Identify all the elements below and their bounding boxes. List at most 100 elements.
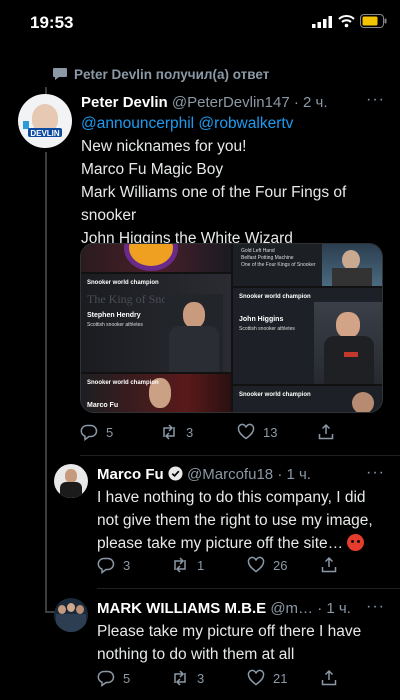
status-time: 19:53	[30, 13, 74, 32]
card-title: Snooker world champion	[87, 280, 159, 286]
share-icon	[318, 423, 334, 440]
like-button[interactable]: 13	[237, 422, 277, 442]
author-handle[interactable]: @m…	[270, 600, 313, 617]
avatar-marco-fu[interactable]	[54, 464, 88, 498]
wifi-icon	[338, 15, 355, 28]
tweet-text: I have nothing to do this company, I did…	[97, 486, 389, 555]
reply-icon	[97, 557, 115, 574]
tweet-time[interactable]: · 2 ч.	[294, 94, 328, 111]
media-card-hendry: The King of Snooker Snooker world champi…	[81, 274, 231, 372]
more-icon[interactable]: ···	[366, 464, 385, 482]
reply-icon	[97, 670, 115, 687]
tweet-header: Peter Devlin @PeterDevlin147 · 2 ч.	[81, 94, 328, 111]
battery-icon	[360, 14, 387, 28]
card-title: Snooker world champion	[239, 392, 311, 398]
more-icon[interactable]: ···	[366, 598, 385, 616]
hendry-photo	[165, 294, 223, 372]
reply-count: 5	[106, 424, 114, 440]
higgins-photo	[314, 302, 382, 384]
reply-context-text: Peter Devlin получил(а) ответ	[74, 67, 270, 82]
angry-emoji-icon	[347, 534, 365, 551]
reply-count: 5	[123, 670, 131, 686]
media-top-left	[81, 244, 231, 272]
share-button[interactable]	[317, 422, 335, 442]
like-count: 13	[263, 424, 278, 440]
card-name: John Higgins	[239, 316, 284, 323]
reply-button[interactable]: 3	[97, 555, 130, 575]
card-sub: Scottish snooker athletes	[87, 322, 143, 328]
share-button[interactable]	[320, 668, 338, 688]
media-deco	[129, 244, 173, 266]
avatar-peter-devlin[interactable]: DEVLIN	[18, 94, 72, 148]
card-title: Snooker world champion	[87, 380, 159, 386]
more-icon[interactable]: ···	[366, 91, 385, 109]
like-icon	[247, 556, 265, 573]
reply-count: 3	[123, 557, 131, 573]
thread-line	[45, 152, 47, 612]
retweet-button[interactable]: 3	[160, 422, 193, 442]
author-name[interactable]: Marco Fu	[97, 466, 164, 483]
media-card-higgins: Snooker world champion John Higgins Scot…	[233, 288, 382, 384]
retweet-count: 1	[197, 557, 205, 573]
like-button[interactable]: 26	[247, 555, 287, 575]
author-name[interactable]: MARK WILLIAMS M.B.E	[97, 600, 266, 617]
reply-context-icon	[53, 68, 67, 80]
retweet-button[interactable]: 1	[171, 555, 204, 575]
like-icon	[247, 669, 265, 686]
tweet-text: Please take my picture off there I have …	[97, 620, 389, 666]
retweet-icon	[163, 424, 175, 440]
tweet-text: @announcerphil @robwalkertv New nickname…	[81, 112, 381, 250]
tweet-actions: 5 3 13	[80, 422, 340, 442]
reply-button[interactable]: 5	[80, 422, 113, 442]
tweet-media[interactable]: Gold Left Hand Belfast Potting Machine O…	[80, 243, 383, 413]
reply-button[interactable]: 5	[97, 668, 130, 688]
retweet-icon	[174, 670, 186, 686]
retweet-button[interactable]: 3	[171, 668, 204, 688]
card-name: Marco Fu	[87, 402, 119, 409]
media-top-right-line: Gold Left Hand	[241, 248, 275, 254]
tweet-body: I have nothing to do this company, I did…	[97, 489, 373, 552]
tweet-line: New nicknames for you!	[81, 138, 247, 155]
media-card-williams: Snooker world champion	[233, 386, 382, 412]
tweet-actions: 5 3 21	[97, 668, 347, 688]
divider	[80, 455, 400, 456]
verified-icon	[168, 466, 183, 481]
tweet-line: Mark Williams one of the Four Fings of s…	[81, 184, 347, 224]
media-top-right: Gold Left Hand Belfast Potting Machine O…	[233, 244, 382, 286]
author-handle[interactable]: @Marcofu18	[187, 466, 273, 483]
card-name: Stephen Hendry	[87, 312, 141, 319]
media-photo	[322, 244, 382, 286]
tweet-mentions[interactable]: @announcerphil @robwalkertv	[81, 112, 381, 135]
tweet-time[interactable]: · 1 ч.	[277, 466, 311, 483]
share-icon	[321, 669, 337, 686]
media-top-right-line: Belfast Potting Machine	[241, 255, 294, 261]
retweet-icon	[174, 557, 186, 573]
tweet-header: Marco Fu @Marcofu18 · 1 ч.	[97, 466, 311, 483]
reply-icon	[80, 424, 98, 441]
card-sub: Scottish snooker athletes	[239, 326, 295, 332]
like-button[interactable]: 21	[247, 668, 287, 688]
tweet-line: Marco Fu Magic Boy	[81, 161, 224, 178]
card-title: Snooker world champion	[239, 294, 311, 300]
williams-photo	[352, 392, 374, 412]
like-count: 26	[273, 557, 288, 573]
avatar-logo-text: DEVLIN	[30, 129, 60, 138]
retweet-count: 3	[197, 670, 205, 686]
share-icon	[321, 556, 337, 573]
status-bar: 19:53	[0, 0, 400, 46]
tweet-header: MARK WILLIAMS M.B.E @m… · 1 ч.	[97, 600, 351, 617]
media-top-right-line: One of the Four Kings of Snooker	[241, 262, 316, 268]
divider	[97, 588, 400, 589]
media-card-fu: Snooker world champion Marco Fu	[81, 374, 231, 412]
tweet-time[interactable]: · 1 ч.	[317, 600, 351, 617]
signal-icon	[312, 16, 332, 28]
retweet-count: 3	[186, 424, 194, 440]
like-count: 21	[273, 670, 288, 686]
share-button[interactable]	[320, 555, 338, 575]
author-name[interactable]: Peter Devlin	[81, 94, 168, 111]
tweet-actions: 3 1 26	[97, 555, 347, 575]
like-icon	[237, 423, 255, 440]
avatar-mark-williams[interactable]	[54, 598, 88, 632]
author-handle[interactable]: @PeterDevlin147	[172, 94, 290, 111]
reply-context[interactable]: Peter Devlin получил(а) ответ	[52, 67, 269, 85]
